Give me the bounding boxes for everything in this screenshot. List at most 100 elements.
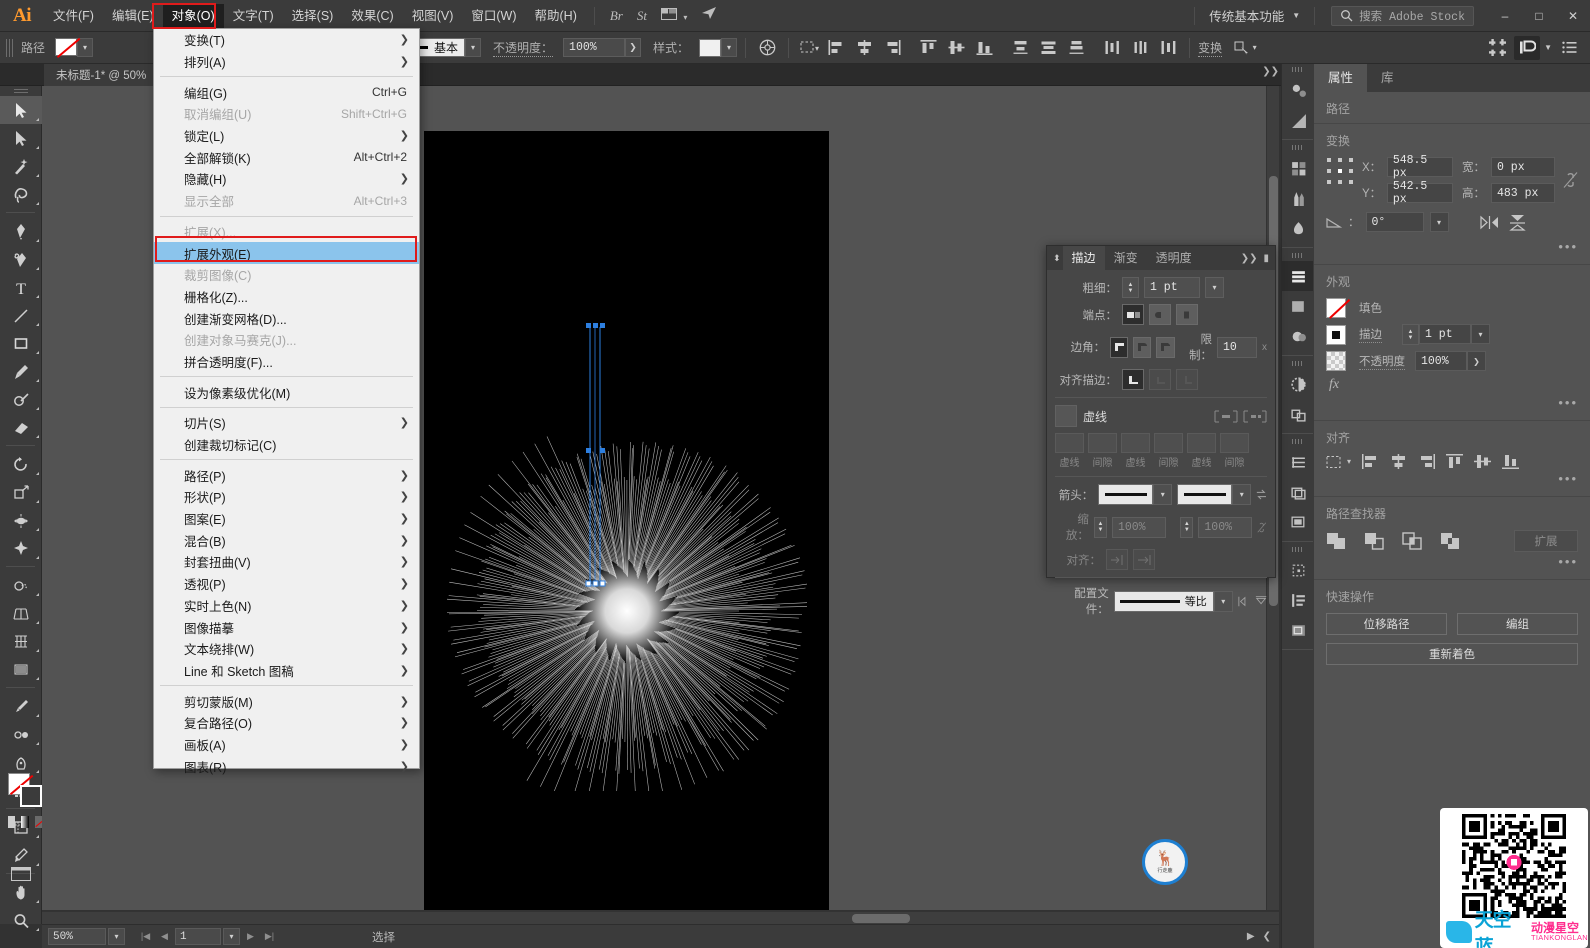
angle-field[interactable]: 0° — [1365, 212, 1424, 232]
y-field[interactable]: 542.5 px — [1386, 180, 1453, 206]
scrollbar-thumb-h[interactable] — [852, 914, 910, 923]
scale-tool[interactable] — [0, 478, 42, 506]
align-right-icon[interactable] — [1418, 454, 1436, 469]
color-button[interactable] — [8, 816, 16, 828]
zoom-dropdown-icon[interactable]: ▾ — [108, 928, 125, 945]
layers-panel-icon[interactable] — [1282, 261, 1314, 291]
menu-option-21[interactable]: 混合(B) ❯ — [154, 529, 419, 551]
unite-icon[interactable] — [1326, 532, 1346, 550]
arrow-scale-field-2[interactable]: 100% — [1198, 516, 1253, 538]
panel-collapse-icon[interactable]: ⬍ — [1047, 253, 1063, 264]
dash-cell[interactable]: 虚线 — [1187, 433, 1216, 469]
free-transform-tool[interactable] — [0, 534, 42, 562]
shaper-tool[interactable] — [0, 385, 42, 413]
tab-libraries[interactable]: 库 — [1367, 64, 1408, 92]
rectangle-tool[interactable] — [0, 329, 42, 357]
shape-builder-tool[interactable] — [0, 571, 42, 599]
menu-option-15[interactable]: 设为像素级优化(M) — [154, 381, 419, 403]
dock-collapse-icon[interactable]: ❯❯ — [1262, 66, 1279, 77]
menu-item-3[interactable]: 文字(T) — [224, 4, 283, 28]
transform-label[interactable]: 变换 — [1198, 39, 1223, 57]
stroke-color-swatch[interactable] — [20, 785, 42, 807]
mesh-tool[interactable] — [0, 627, 42, 655]
first-artboard-icon[interactable]: |◀ — [137, 928, 154, 945]
flip-vertical-icon[interactable] — [1507, 211, 1529, 233]
magic-wand-tool[interactable] — [0, 152, 42, 180]
menu-option-19[interactable]: 形状(P) ❯ — [154, 486, 419, 508]
arrow-end-selector[interactable]: ▾ — [1177, 484, 1252, 505]
butt-cap-icon[interactable] — [1122, 304, 1144, 325]
tab-stroke[interactable]: 描边 — [1062, 246, 1105, 270]
dash-cell[interactable]: 间隙 — [1088, 433, 1117, 469]
fill-swatch-none-icon[interactable] — [55, 38, 78, 56]
opacity-expand-icon[interactable]: ❯ — [1467, 351, 1486, 371]
symbol-sprayer-tool[interactable] — [0, 748, 42, 776]
flip-horizontal-icon[interactable] — [1479, 211, 1501, 233]
transform-options-icon[interactable]: ▾ — [1232, 36, 1258, 60]
menu-option-16[interactable]: 切片(S) ❯ — [154, 412, 419, 434]
line-segment-tool[interactable] — [0, 301, 42, 329]
menu-item-7[interactable]: 窗口(W) — [462, 4, 525, 28]
dash-cell[interactable]: 虚线 — [1121, 433, 1150, 469]
align-to-selection-icon[interactable]: ▾ — [797, 36, 823, 60]
status-play-icon[interactable]: ▶ — [1247, 931, 1255, 942]
distribute-bottom-icon[interactable] — [1063, 36, 1089, 60]
menu-item-0[interactable]: 文件(F) — [44, 4, 103, 28]
pen-tool[interactable] — [0, 217, 42, 245]
menu-item-2[interactable]: 对象(O) — [162, 3, 224, 28]
menu-option-20[interactable]: 图案(E) ❯ — [154, 508, 419, 530]
arrow-start-selector[interactable]: ▾ — [1098, 484, 1173, 505]
recolor-button[interactable]: 重新着色 — [1326, 643, 1578, 665]
curvature-tool[interactable] — [0, 245, 42, 273]
dashed-line-checkbox[interactable] — [1055, 405, 1077, 427]
menu-option-4[interactable]: 锁定(L) ❯ — [154, 125, 419, 147]
align-left-icon[interactable] — [1362, 454, 1379, 469]
next-artboard-icon[interactable]: ▶ — [242, 928, 259, 945]
align-center-h-icon[interactable] — [1390, 454, 1407, 469]
align-center-stroke-icon[interactable] — [1122, 369, 1144, 390]
menu-option-6[interactable]: 隐藏(H) ❯ — [154, 168, 419, 190]
bridge-icon[interactable]: Br — [603, 5, 630, 27]
selection-tool[interactable] — [0, 96, 42, 124]
paintbrush-tool[interactable] — [0, 357, 42, 385]
menu-option-14[interactable]: 拼合透明度(F)... — [154, 351, 419, 373]
rail-group-grip[interactable] — [1282, 544, 1313, 555]
rail-group-grip[interactable] — [1282, 142, 1313, 153]
group-button[interactable]: 编组 — [1457, 613, 1578, 635]
close-button[interactable]: ✕ — [1556, 1, 1590, 31]
search-input[interactable]: 搜索 Adobe Stock — [1331, 5, 1474, 26]
weight-dropdown-icon[interactable]: ▾ — [1205, 277, 1224, 298]
transparency-panel-icon[interactable] — [1282, 369, 1314, 399]
menu-option-5[interactable]: 全部解锁(K) Alt+Ctrl+2 — [154, 146, 419, 168]
menu-option-0[interactable]: 变换(T) ❯ — [154, 29, 419, 51]
gradient-button[interactable] — [21, 816, 29, 828]
panel-menu-icon[interactable] — [1556, 36, 1582, 60]
symbols-panel-icon[interactable] — [1282, 213, 1314, 243]
document-setup-icon[interactable] — [1514, 35, 1541, 60]
menu-option-27[interactable]: Line 和 Sketch 图稿 ❯ — [154, 660, 419, 682]
style-dropdown-icon[interactable]: ▾ — [721, 38, 738, 57]
limit-field[interactable]: 10 — [1217, 336, 1257, 358]
miter-join-icon[interactable] — [1110, 336, 1129, 358]
tools-panel-grip[interactable] — [0, 86, 41, 96]
tab-properties[interactable]: 属性 — [1314, 64, 1368, 92]
transform-panel-icon[interactable] — [1282, 555, 1314, 585]
document-setup-chevron-icon[interactable]: ▼ — [1544, 43, 1552, 52]
dash-cell[interactable]: 虚线 — [1055, 433, 1084, 469]
menu-option-30[interactable]: 画板(A) ❯ — [154, 734, 419, 756]
opacity-label[interactable]: 不透明度 — [1359, 353, 1405, 370]
distribute-center-icon[interactable] — [1035, 36, 1061, 60]
align-to-selection-button[interactable]: ▾ — [1326, 455, 1351, 469]
align-top-icon[interactable] — [915, 36, 941, 60]
exclude-icon[interactable] — [1440, 532, 1460, 550]
menu-option-22[interactable]: 封套扭曲(V) ❯ — [154, 551, 419, 573]
swatches-panel-icon[interactable] — [1282, 153, 1314, 183]
screen-mode-icon[interactable] — [11, 865, 31, 888]
width-tool[interactable] — [0, 506, 42, 534]
tab-transparency[interactable]: 透明度 — [1147, 246, 1201, 270]
opacity-field[interactable]: 100% — [1415, 351, 1467, 371]
align-top-icon[interactable] — [1446, 454, 1464, 469]
pathfinder-panel-icon[interactable] — [1282, 399, 1314, 429]
color-panel-icon[interactable] — [1282, 75, 1314, 105]
flip-profile-h-icon[interactable] — [1238, 595, 1250, 608]
